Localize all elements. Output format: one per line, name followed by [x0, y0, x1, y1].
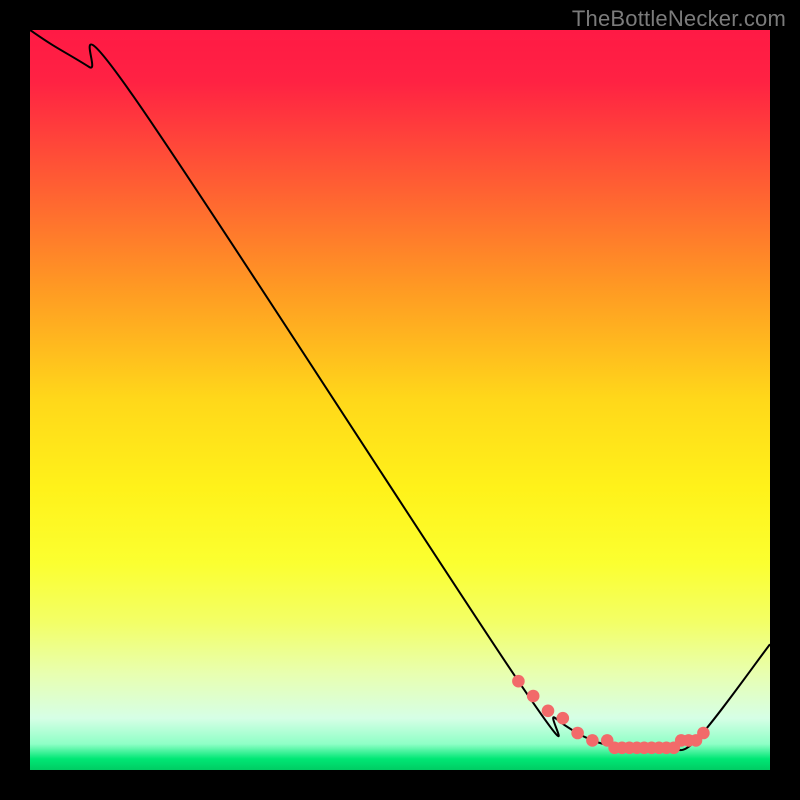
optimal-marker [586, 734, 599, 747]
optimal-marker [542, 705, 555, 718]
optimal-marker [557, 712, 570, 725]
chart-stage: TheBottleNecker.com [0, 0, 800, 800]
plot-area [30, 30, 770, 770]
optimal-marker [527, 690, 540, 703]
chart-overlay [30, 30, 770, 770]
optimal-marker [697, 727, 710, 740]
bottleneck-curve-line [30, 30, 770, 750]
optimal-marker [512, 675, 525, 688]
optimal-marker [571, 727, 584, 740]
attribution-label: TheBottleNecker.com [572, 6, 786, 32]
